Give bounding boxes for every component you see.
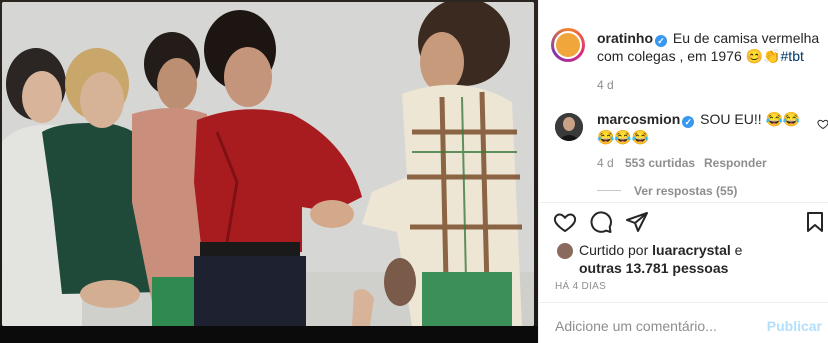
replies-divider xyxy=(597,190,621,191)
comment-body: marcosmion ✓ SOU EU!! 😂😂😂😂😂 xyxy=(597,110,807,146)
commenter-username[interactable]: marcosmion xyxy=(597,111,680,127)
comment-age[interactable]: 4 d xyxy=(597,156,614,170)
comment-input[interactable]: Adicione um comentário... xyxy=(555,318,717,334)
verified-badge-icon: ✓ xyxy=(682,116,695,128)
post-photo[interactable] xyxy=(0,0,538,343)
comment-like-heart-icon[interactable] xyxy=(817,118,828,130)
author-avatar-image xyxy=(554,31,582,59)
caption-hashtag[interactable]: #tbt xyxy=(781,48,804,64)
view-replies-button[interactable]: Ver respostas (55) xyxy=(634,184,737,198)
liked-by-prefix: Curtido por xyxy=(579,242,649,258)
photo-bottom-edge xyxy=(0,326,538,343)
commenter-avatar[interactable] xyxy=(555,113,583,141)
post-timestamp[interactable]: HÁ 4 DIAS xyxy=(555,281,606,292)
caption-emojis: 😊👏 xyxy=(745,48,781,64)
liker-avatar[interactable] xyxy=(557,243,573,259)
author-avatar[interactable] xyxy=(551,28,585,62)
caption-age[interactable]: 4 d xyxy=(597,78,614,92)
liked-by-connector: e xyxy=(734,242,743,258)
paper-plane-icon[interactable] xyxy=(625,210,649,234)
reply-button[interactable]: Responder xyxy=(704,156,767,170)
vintage-photo-print xyxy=(2,2,534,326)
post-caption: oratinho ✓ Eu de camisa vermelha com cole… xyxy=(597,29,821,65)
verified-badge-icon: ✓ xyxy=(655,35,667,47)
section-divider xyxy=(539,202,828,203)
liked-by-summary: Curtido por luaracrystal e outras 13.781… xyxy=(579,241,819,277)
photo-illustration xyxy=(2,2,534,326)
publish-button[interactable]: Publicar xyxy=(767,318,822,334)
post-side-panel: oratinho ✓ Eu de camisa vermelha com cole… xyxy=(538,0,828,343)
bookmark-icon[interactable] xyxy=(803,210,827,234)
commenter-avatar-image xyxy=(555,113,583,141)
liked-by-others[interactable]: outras 13.781 pessoas xyxy=(579,260,728,276)
comment-likes-count[interactable]: 553 curtidas xyxy=(625,156,695,170)
comment-text: SOU EU!! xyxy=(700,111,762,127)
liker-username[interactable]: luaracrystal xyxy=(652,242,731,258)
author-username[interactable]: oratinho xyxy=(597,30,653,46)
comment-bubble-icon[interactable] xyxy=(589,210,613,234)
comment-box-divider xyxy=(539,302,828,303)
heart-icon[interactable] xyxy=(553,210,577,234)
